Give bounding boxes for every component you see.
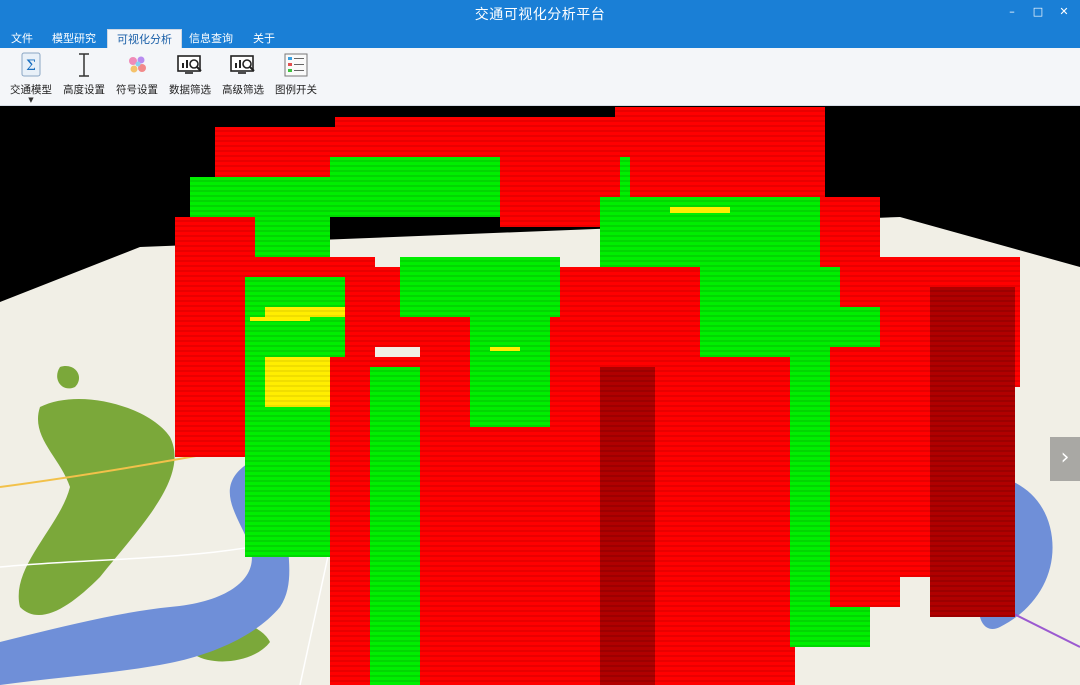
sigma-model-icon: Σ bbox=[18, 52, 44, 78]
tab-model-research[interactable]: 模型研究 bbox=[43, 29, 105, 48]
chevron-down-icon: ▼ bbox=[28, 96, 34, 104]
close-button[interactable]: ✕ bbox=[1056, 4, 1072, 20]
map-3d-viewport[interactable]: › bbox=[0, 107, 1080, 685]
tab-file[interactable]: 文件 bbox=[2, 29, 42, 48]
height-settings-label: 高度设置 bbox=[63, 84, 105, 96]
traffic-model-label: 交通模型 bbox=[10, 84, 52, 96]
advanced-filter-icon bbox=[230, 52, 256, 78]
symbol-icon bbox=[124, 52, 150, 78]
next-arrow-button[interactable]: › bbox=[1050, 437, 1080, 481]
data-filter-button[interactable]: 数据筛选 bbox=[165, 50, 215, 104]
traffic-wall bbox=[490, 347, 520, 351]
traffic-wall bbox=[250, 317, 310, 321]
window-controls: – □ ✕ bbox=[1004, 4, 1072, 20]
ribbon-toolbar: Σ 交通模型 ▼ 高度设置 符号设置 数据筛选 高级筛选 图例开关 bbox=[0, 48, 1080, 106]
tab-info-query[interactable]: 信息查询 bbox=[180, 29, 242, 48]
advanced-filter-button[interactable]: 高级筛选 bbox=[218, 50, 268, 104]
height-icon bbox=[71, 52, 97, 78]
data-filter-icon bbox=[177, 52, 203, 78]
traffic-model-button[interactable]: Σ 交通模型 ▼ bbox=[6, 50, 56, 104]
tab-about[interactable]: 关于 bbox=[244, 29, 284, 48]
ribbon-tab-bar: 文件 模型研究 可视化分析 信息查询 关于 bbox=[0, 27, 1080, 48]
advanced-filter-label: 高级筛选 bbox=[222, 84, 264, 96]
legend-toggle-label: 图例开关 bbox=[275, 84, 317, 96]
app-title: 交通可视化分析平台 bbox=[474, 7, 606, 23]
traffic-3d-scene bbox=[0, 107, 1080, 685]
traffic-wall bbox=[470, 307, 550, 427]
minimize-button[interactable]: – bbox=[1004, 4, 1020, 20]
tab-visual-analysis[interactable]: 可视化分析 bbox=[107, 29, 182, 48]
title-bar: 交通可视化分析平台 – □ ✕ bbox=[0, 0, 1080, 27]
legend-toggle-button[interactable]: 图例开关 bbox=[271, 50, 321, 104]
maximize-button[interactable]: □ bbox=[1030, 4, 1046, 20]
svg-text:Σ: Σ bbox=[26, 58, 36, 74]
symbol-settings-label: 符号设置 bbox=[116, 84, 158, 96]
symbol-settings-button[interactable]: 符号设置 bbox=[112, 50, 162, 104]
traffic-wall bbox=[670, 207, 730, 213]
legend-icon bbox=[283, 52, 309, 78]
height-settings-button[interactable]: 高度设置 bbox=[59, 50, 109, 104]
data-filter-label: 数据筛选 bbox=[169, 84, 211, 96]
